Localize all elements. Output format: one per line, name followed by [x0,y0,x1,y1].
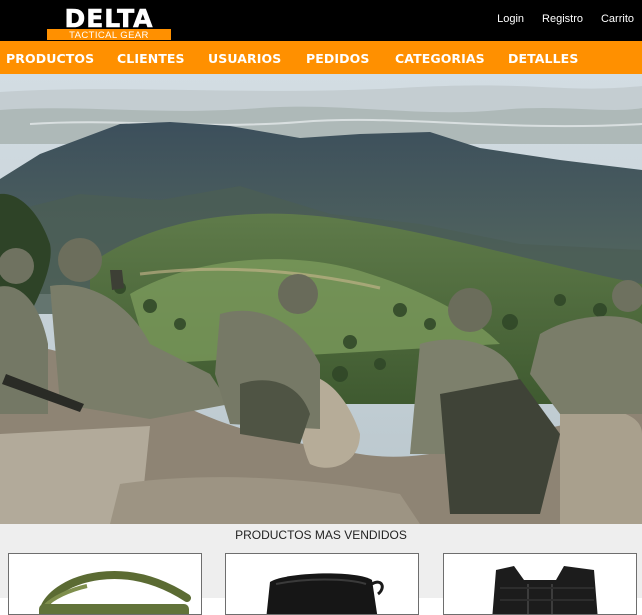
cart-link[interactable]: Carrito [601,13,634,25]
section-title: PRODUCTOS MAS VENDIDOS [235,528,407,542]
register-link[interactable]: Registro [542,13,583,25]
nav-item-categorias[interactable]: CATEGORIAS [395,51,485,66]
vest-image [492,566,598,614]
nav-item-productos[interactable]: PRODUCTOS [6,51,94,66]
main-nav: PRODUCTOS CLIENTES USUARIOS PEDIDOS CATE… [0,41,642,74]
nav-item-pedidos[interactable]: PEDIDOS [306,51,369,66]
sling-bag-image [39,571,191,614]
nav-item-usuarios[interactable]: USUARIOS [208,51,281,66]
product-card[interactable] [8,553,202,615]
hero-image [0,74,642,524]
top-bar: DELTA TACTICAL GEAR Login Registro Carri… [0,0,642,41]
svg-text:TACTICAL GEAR: TACTICAL GEAR [69,30,149,40]
product-card[interactable] [225,553,419,615]
nav-item-clientes[interactable]: CLIENTES [117,51,185,66]
delta-logo[interactable]: DELTA TACTICAL GEAR [46,3,172,40]
login-link[interactable]: Login [497,13,524,25]
best-sellers-section: PRODUCTOS MAS VENDIDOS [0,524,642,615]
account-links: Login Registro Carrito [497,13,634,25]
nav-item-detalles[interactable]: DETALLES [508,51,578,66]
product-card[interactable] [443,553,637,615]
svg-text:DELTA: DELTA [64,4,153,33]
pouch-image [266,573,384,614]
